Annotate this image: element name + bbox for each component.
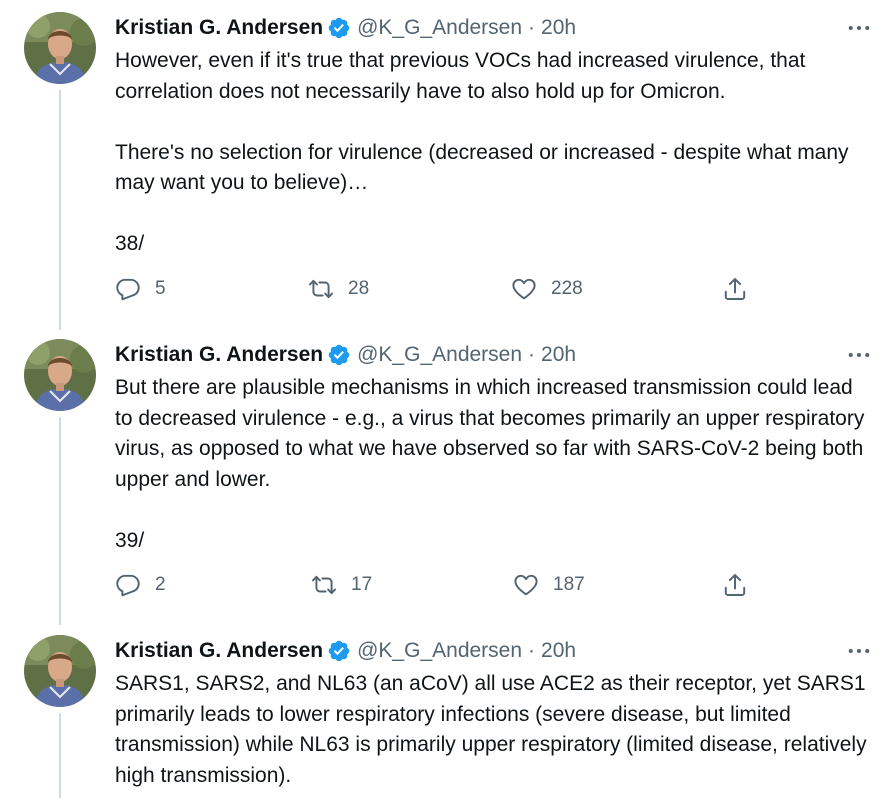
author-handle[interactable]: @K_G_Andersen <box>357 14 522 42</box>
tweet-header: Kristian G. Andersen @K_G_Andersen · 20h <box>115 14 576 42</box>
retweet-button[interactable]: 17 <box>311 570 372 600</box>
tweet-paragraph: 39/ <box>115 528 145 552</box>
share-icon <box>722 276 748 302</box>
verified-badge-icon <box>327 639 351 663</box>
profile-photo-icon <box>24 12 96 84</box>
more-button[interactable] <box>845 343 873 367</box>
action-bar: 2 17 187 <box>115 570 765 600</box>
tweet-text: However, even if it's true that previous… <box>115 46 875 260</box>
author-name[interactable]: Kristian G. Andersen <box>115 637 323 665</box>
thread-line <box>59 713 61 798</box>
tweet-text: But there are plausible mechanisms in wh… <box>115 373 875 556</box>
retweet-icon <box>308 276 334 302</box>
retweet-count: 17 <box>351 574 373 595</box>
more-icon <box>848 647 870 655</box>
avatar[interactable] <box>24 12 96 84</box>
tweet[interactable]: Kristian G. Andersen @K_G_Andersen · 20h… <box>0 623 893 798</box>
thread-line <box>59 417 61 625</box>
more-icon <box>848 24 870 32</box>
more-button[interactable] <box>845 639 873 663</box>
share-button[interactable] <box>722 274 748 304</box>
reply-count: 5 <box>155 278 166 299</box>
more-button[interactable] <box>845 16 873 40</box>
timestamp[interactable]: 20h <box>541 637 576 665</box>
tweet-paragraph: 38/ <box>115 232 145 255</box>
tweet-paragraph: SARS1, SARS2, and NL63 (an aCoV) all use… <box>115 672 867 787</box>
thread-line <box>59 90 61 330</box>
tweet[interactable]: Kristian G. Andersen @K_G_Andersen · 20h… <box>0 327 893 625</box>
heart-icon <box>513 572 539 598</box>
like-count: 187 <box>553 574 585 595</box>
retweet-button[interactable]: 28 <box>308 274 369 304</box>
separator: · <box>528 343 536 366</box>
tweet-header: Kristian G. Andersen @K_G_Andersen · 20h <box>115 637 576 665</box>
timestamp[interactable]: 20h <box>541 341 576 369</box>
tweet-text: SARS1, SARS2, and NL63 (an aCoV) all use… <box>115 669 875 791</box>
verified-badge-icon <box>327 343 351 367</box>
avatar[interactable] <box>24 635 96 707</box>
heart-icon <box>511 276 537 302</box>
reply-count: 2 <box>155 574 166 595</box>
share-icon <box>722 572 748 598</box>
retweet-count: 28 <box>348 278 370 299</box>
profile-photo-icon <box>24 635 96 707</box>
share-button[interactable] <box>722 570 748 600</box>
author-name[interactable]: Kristian G. Andersen <box>115 341 323 369</box>
like-button[interactable]: 228 <box>511 274 583 304</box>
action-bar: 5 28 228 <box>115 274 765 304</box>
like-button[interactable]: 187 <box>513 570 585 600</box>
timestamp[interactable]: 20h <box>541 14 576 42</box>
like-count: 228 <box>551 278 583 299</box>
retweet-icon <box>311 572 337 598</box>
author-handle[interactable]: @K_G_Andersen <box>357 341 522 369</box>
reply-icon <box>115 276 141 302</box>
tweet-paragraph: However, even if it's true that previous… <box>115 49 806 103</box>
reply-button[interactable]: 5 <box>115 274 166 304</box>
author-handle[interactable]: @K_G_Andersen <box>357 637 522 665</box>
author-name[interactable]: Kristian G. Andersen <box>115 14 323 42</box>
more-icon <box>848 351 870 359</box>
tweet-paragraph: But there are plausible mechanisms in wh… <box>115 376 865 491</box>
reply-icon <box>115 572 141 598</box>
tweet-header: Kristian G. Andersen @K_G_Andersen · 20h <box>115 341 576 369</box>
avatar[interactable] <box>24 339 96 411</box>
verified-badge-icon <box>327 16 351 40</box>
separator: · <box>528 639 536 662</box>
separator: · <box>528 16 536 39</box>
tweet[interactable]: Kristian G. Andersen @K_G_Andersen · 20h… <box>0 0 893 330</box>
profile-photo-icon <box>24 339 96 411</box>
tweet-paragraph: There's no selection for virulence (decr… <box>115 140 849 195</box>
reply-button[interactable]: 2 <box>115 570 166 600</box>
